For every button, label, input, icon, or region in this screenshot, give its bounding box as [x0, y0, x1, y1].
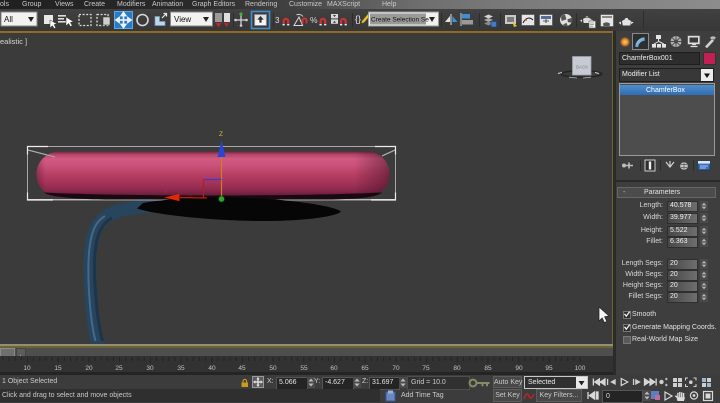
svg-text:75: 75	[422, 365, 430, 372]
svg-text:25: 25	[115, 365, 123, 372]
svg-text:55: 55	[300, 365, 308, 372]
svg-text:30: 30	[146, 365, 154, 372]
svg-text:35: 35	[177, 365, 185, 372]
svg-text:90: 90	[515, 365, 523, 372]
svg-text:Create Selection Se: Create Selection Se	[371, 17, 429, 24]
svg-text:100: 100	[575, 365, 586, 372]
svg-text:BACK: BACK	[576, 65, 588, 70]
svg-text:20: 20	[85, 365, 93, 372]
svg-text:85: 85	[484, 365, 492, 372]
svg-text:X: X	[164, 189, 168, 195]
svg-text:{}: {}	[355, 14, 361, 24]
svg-text:ealistic ]: ealistic ]	[0, 37, 27, 46]
svg-text:%: %	[310, 15, 318, 25]
svg-text:Z: Z	[219, 131, 223, 138]
svg-text:15: 15	[54, 365, 62, 372]
svg-text:View: View	[174, 15, 191, 24]
svg-text:10: 10	[23, 365, 31, 372]
svg-text:80: 80	[453, 365, 461, 372]
svg-text:65: 65	[361, 365, 369, 372]
svg-text:All: All	[4, 15, 13, 24]
svg-text:45: 45	[238, 365, 246, 372]
svg-text:40: 40	[208, 365, 216, 372]
svg-text:60: 60	[330, 365, 338, 372]
svg-text:50: 50	[269, 365, 277, 372]
svg-text:3: 3	[275, 16, 280, 25]
svg-text:95: 95	[545, 365, 553, 372]
svg-text:70: 70	[392, 365, 400, 372]
